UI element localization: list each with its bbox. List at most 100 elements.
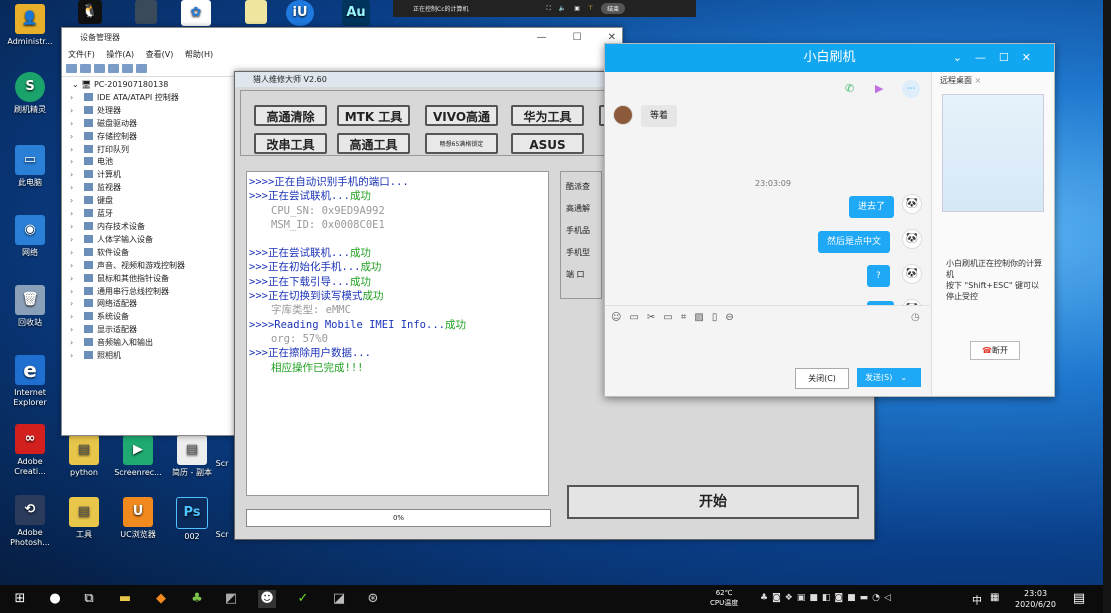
mtk-tools-button[interactable]: MTK 工具 (337, 105, 410, 126)
psd-file-icon: Ps (176, 497, 208, 529)
menu-help[interactable]: 帮助(H) (185, 50, 213, 59)
desktop-icon-qq[interactable]: 🐧 (64, 0, 116, 27)
lock-signal-button[interactable]: 畅想65满格锁定 (425, 133, 498, 154)
device-icon (84, 234, 93, 243)
desktop-icon-this-pc[interactable]: ▭ 此电脑 (4, 145, 56, 188)
help-icon[interactable] (108, 64, 119, 73)
back-icon[interactable] (66, 64, 77, 73)
screenshot-icon[interactable]: ⌗ (681, 312, 695, 323)
folder-icon[interactable]: ▭ (663, 312, 680, 323)
device-icon (84, 105, 93, 114)
device-manager-title: 设备管理器 (80, 33, 120, 42)
desktop-icon-scr-1[interactable]: Scr (210, 459, 234, 469)
monitor-icon[interactable] (136, 64, 147, 73)
start-button[interactable]: 开始 (567, 485, 859, 519)
maximize-icon[interactable]: ☐ (573, 28, 582, 48)
desktop-icon-python[interactable]: ▤ python (58, 435, 110, 478)
desktop-icon-shuajijingling[interactable]: S 刷机精灵 (4, 72, 56, 115)
ime-indicator[interactable]: 中 (972, 592, 982, 607)
disconnect-button[interactable]: ☎断开 (970, 341, 1020, 360)
desktop-icon-tools[interactable]: ▤ 工具 (58, 497, 110, 540)
desktop-icon-uc-browser[interactable]: U UC浏览器 (112, 497, 164, 540)
desktop-icon-screenrec[interactable]: ▶ Screenrec... (112, 435, 164, 478)
document-icon: ▤ (177, 435, 207, 465)
file-explorer-icon[interactable]: ▬ (116, 590, 134, 608)
desktop-icon-administrator[interactable]: 👤 Administr... (4, 4, 56, 47)
emoji-icon[interactable]: ☺ (611, 312, 629, 323)
desktop-icon-scr-2[interactable]: Scr (210, 530, 234, 540)
message-bubble: ? (867, 265, 890, 287)
desktop-icon-adobe-cc[interactable]: ∞ Adobe Creati... (4, 424, 56, 477)
chevron-down-icon[interactable]: ⌄ (953, 51, 975, 64)
more-icon[interactable]: ⊖ (725, 312, 741, 323)
task-view-icon[interactable]: ⧉ (80, 590, 98, 608)
desktop-icon-iu[interactable]: iU (274, 0, 326, 29)
menu-file[interactable]: 文件(F) (68, 50, 95, 59)
progress-bar: 0% (246, 509, 551, 527)
repair-tool-title: 猎人维修大师 V2.60 (253, 75, 327, 84)
clock[interactable]: 23:03 2020/6/20 (1015, 588, 1056, 610)
app-icon[interactable]: ◩ (222, 590, 240, 608)
forward-icon[interactable] (80, 64, 91, 73)
log-line: >>>正在下载引导...成功 (249, 275, 371, 288)
chevron-down-icon[interactable]: ⌄ (900, 373, 907, 382)
minimize-icon[interactable]: — (975, 51, 999, 64)
device-icon (84, 221, 93, 230)
keyboard-icon[interactable]: ▦ (990, 592, 999, 603)
network-icon: ◉ (15, 215, 45, 245)
close-icon[interactable]: ✕ (1022, 51, 1044, 64)
history-icon[interactable]: ◷ (911, 312, 920, 323)
tab-remote-desktop[interactable]: 远程桌面 × (932, 72, 1054, 90)
desktop-icon-audition[interactable]: Au (330, 0, 382, 29)
desktop-icon-resume-copy[interactable]: ▤ 简历 - 副本 (166, 435, 218, 478)
desktop-icon-ie[interactable]: e Internet Explorer (4, 355, 56, 408)
tray-icons[interactable]: ♣◙❖▣■◧◙■▬◔◁ (760, 593, 895, 603)
vivo-qualcomm-button[interactable]: VIVO高通 (425, 105, 498, 126)
mouse-icon (84, 273, 93, 282)
properties-icon[interactable] (94, 64, 105, 73)
clover-icon[interactable]: ♣ (188, 590, 206, 608)
gif-icon[interactable]: ▭ (629, 312, 646, 323)
voice-call-icon[interactable]: ✆ (845, 82, 854, 95)
close-chat-button[interactable]: 关闭(C) (795, 368, 849, 389)
window-icon[interactable]: ▣ (574, 5, 580, 12)
menu-view[interactable]: 查看(V) (146, 50, 174, 59)
check-icon[interactable]: ✓ (294, 590, 312, 608)
asus-button[interactable]: ASUS (511, 133, 584, 154)
desktop-icon-recycle-bin[interactable]: 🗑 回收站 (4, 285, 56, 328)
desktop-icon-top-2[interactable] (120, 0, 172, 27)
computer-icon: 🖥 (81, 80, 92, 89)
maximize-icon[interactable]: ☐ (999, 51, 1022, 64)
menu-action[interactable]: 操作(A) (106, 50, 134, 59)
notification-icon[interactable]: ▤ (1070, 590, 1088, 608)
image-icon[interactable]: ▨ (694, 312, 711, 323)
scissors-icon[interactable]: ✂ (647, 312, 663, 323)
fullscreen-icon[interactable]: ⛶ (547, 5, 551, 13)
video-call-icon[interactable]: ▶ (875, 82, 883, 95)
change-serial-button[interactable]: 改串工具 (254, 133, 327, 154)
end-control-button[interactable]: 结束 (601, 3, 626, 14)
send-button[interactable]: 发送(S) ⌄ (857, 368, 921, 387)
desktop-icon-top-3[interactable]: ✿ (170, 0, 222, 29)
app-icon[interactable]: ⊛ (364, 590, 382, 608)
minimize-icon[interactable]: — (537, 28, 547, 48)
repair-tool-taskbar-icon[interactable]: ☻ (258, 590, 276, 608)
search-icon[interactable]: ● (46, 590, 64, 608)
camera-icon (84, 351, 93, 360)
huawei-tools-button[interactable]: 华为工具 (511, 105, 584, 126)
volume-icon[interactable]: 🔈 (559, 5, 566, 12)
view-icon[interactable] (122, 64, 133, 73)
close-icon[interactable]: × (975, 76, 982, 85)
app-icon[interactable]: ◪ (330, 590, 348, 608)
qualcomm-clear-button[interactable]: 高通清除 (254, 105, 327, 126)
pin-icon[interactable]: ⊤ (588, 5, 593, 12)
screenrec-icon: ▶ (123, 435, 153, 465)
log-line: org: 57%0 (271, 332, 328, 345)
start-icon[interactable]: ⊞ (11, 590, 29, 608)
desktop-icon-photoshop[interactable]: ⟲ Adobe Photosh... (4, 495, 56, 548)
desktop-icon-network[interactable]: ◉ 网络 (4, 215, 56, 258)
phone-icon[interactable]: ▯ (712, 312, 726, 323)
qualcomm-tools-button[interactable]: 高通工具 (337, 133, 410, 154)
more-icon[interactable]: ⋯ (902, 80, 920, 98)
uc-browser-icon[interactable]: ◆ (152, 590, 170, 608)
